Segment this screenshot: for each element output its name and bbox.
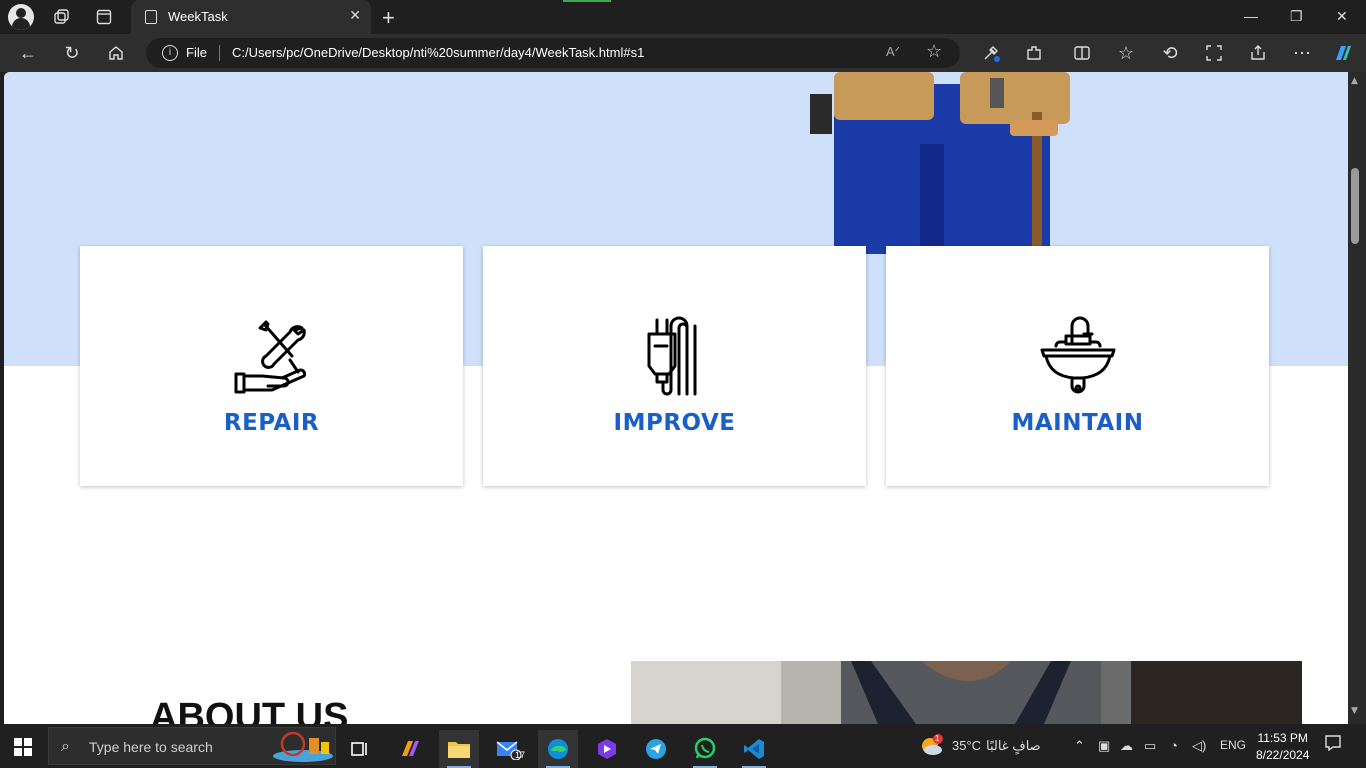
new-tab-button[interactable]: + <box>382 5 395 31</box>
divider <box>219 45 220 61</box>
windows-taskbar: ⌕ Type here to search 17 1 35°C صافٍ غال… <box>0 724 1366 768</box>
tab-actions-icon[interactable] <box>94 7 114 27</box>
extensions-icon[interactable] <box>1023 42 1045 64</box>
meet-now-icon[interactable]: ▣ <box>1098 738 1110 754</box>
scroll-down-arrow-icon[interactable]: ▼ <box>1351 706 1358 716</box>
weather-icon[interactable]: 1 <box>920 734 944 760</box>
search-placeholder: Type here to search <box>89 739 213 755</box>
edge-browser-icon[interactable] <box>538 730 578 768</box>
search-icon: ⌕ <box>61 736 70 755</box>
site-info-icon[interactable]: i <box>162 45 178 61</box>
taskbar-search[interactable]: ⌕ Type here to search <box>48 727 336 765</box>
tab-title: WeekTask <box>168 9 228 24</box>
taskbar-clock[interactable]: 11:53 PM 8/22/2024 <box>1256 730 1309 764</box>
clock-date: 8/22/2024 <box>1256 748 1310 762</box>
profile-avatar[interactable] <box>8 4 34 30</box>
scroll-up-arrow-icon[interactable]: ▲ <box>1351 76 1358 86</box>
favorite-star-icon[interactable]: ☆ <box>926 41 942 62</box>
eyedropper-extension-icon[interactable] <box>980 42 1002 64</box>
clock-time: 11:53 PM <box>1257 731 1308 745</box>
close-window-icon[interactable]: ✕ <box>1336 8 1348 25</box>
browser-toolbar: ← ↻ i File C:/Users/pc/OneDrive/Desktop/… <box>0 34 1366 72</box>
mail-icon[interactable]: 17 <box>489 730 529 768</box>
wifi-icon[interactable]: ◔ <box>1170 738 1178 753</box>
copilot-app-icon[interactable] <box>587 730 627 768</box>
more-menu-icon[interactable]: ⋯ <box>1291 42 1313 64</box>
browser-titlebar: WeekTask ✕ + — ❐ ✕ <box>0 0 1366 34</box>
temperature: 35°C <box>952 738 982 753</box>
favorites-icon[interactable]: ☆ <box>1115 42 1137 64</box>
url-text[interactable]: C:/Users/pc/OneDrive/Desktop/nti%20summe… <box>232 45 644 60</box>
service-card-maintain[interactable]: MAINTAIN <box>886 246 1269 486</box>
scheme-label: File <box>186 45 207 60</box>
battery-icon[interactable]: ▭ <box>1144 738 1156 754</box>
sink-icon <box>1040 316 1115 394</box>
show-hidden-icons-chevron-icon[interactable]: ⌃ <box>1074 738 1085 754</box>
page-viewport: REPAIR IMPROVE MAINTAIN ABOUT US <box>4 72 1348 724</box>
notifications-icon[interactable] <box>1324 734 1342 755</box>
tab-weektask[interactable]: WeekTask ✕ <box>131 0 371 34</box>
split-screen-icon[interactable] <box>1071 42 1093 64</box>
about-image <box>631 661 1302 724</box>
refresh-icon[interactable]: ↻ <box>61 42 83 64</box>
vscode-icon[interactable] <box>734 730 774 768</box>
task-view-icon[interactable] <box>340 730 380 768</box>
service-card-improve[interactable]: IMPROVE <box>483 246 866 486</box>
scrollbar-thumb[interactable] <box>1351 168 1359 244</box>
copilot-icon[interactable] <box>1332 42 1354 64</box>
search-highlight-icon <box>273 731 333 762</box>
home-icon[interactable] <box>105 42 127 64</box>
about-title: ABOUT US <box>150 696 349 724</box>
service-card-repair[interactable]: REPAIR <box>80 246 463 486</box>
plug-icon <box>647 316 696 396</box>
service-label: MAINTAIN <box>1011 410 1144 436</box>
read-aloud-icon[interactable]: Aᐟ <box>886 44 900 60</box>
telegram-icon[interactable] <box>636 730 676 768</box>
onedrive-icon[interactable]: ☁ <box>1120 738 1133 754</box>
volume-icon[interactable]: ◁) <box>1192 738 1206 754</box>
repair-tools-icon <box>234 320 306 394</box>
restore-icon[interactable]: ❐ <box>1290 8 1303 25</box>
minimize-icon[interactable]: — <box>1244 8 1258 24</box>
close-tab-icon[interactable]: ✕ <box>349 8 361 24</box>
mail-badge: 17 <box>515 750 526 760</box>
address-bar[interactable]: i File C:/Users/pc/OneDrive/Desktop/nti%… <box>146 38 960 68</box>
page-icon <box>145 10 157 24</box>
windows-start-icon[interactable] <box>14 738 32 756</box>
workspaces-icon[interactable] <box>52 7 72 27</box>
copilot-taskbar-icon[interactable] <box>390 730 430 768</box>
share-icon[interactable] <box>1247 42 1269 64</box>
screenshot-icon[interactable] <box>1203 42 1225 64</box>
worker-image <box>810 72 1070 254</box>
service-label: IMPROVE <box>613 410 736 436</box>
back-arrow-icon[interactable]: ← <box>17 42 39 64</box>
media-indicator <box>563 0 611 2</box>
file-explorer-icon[interactable] <box>439 730 479 768</box>
weather-badge: 1 <box>935 734 940 743</box>
weather-text: صافٍ غالبًا <box>986 738 1041 753</box>
whatsapp-icon[interactable] <box>685 730 725 768</box>
language-indicator[interactable]: ENG <box>1220 738 1246 752</box>
history-icon[interactable]: ⟲ <box>1159 42 1181 64</box>
service-label: REPAIR <box>223 410 320 436</box>
